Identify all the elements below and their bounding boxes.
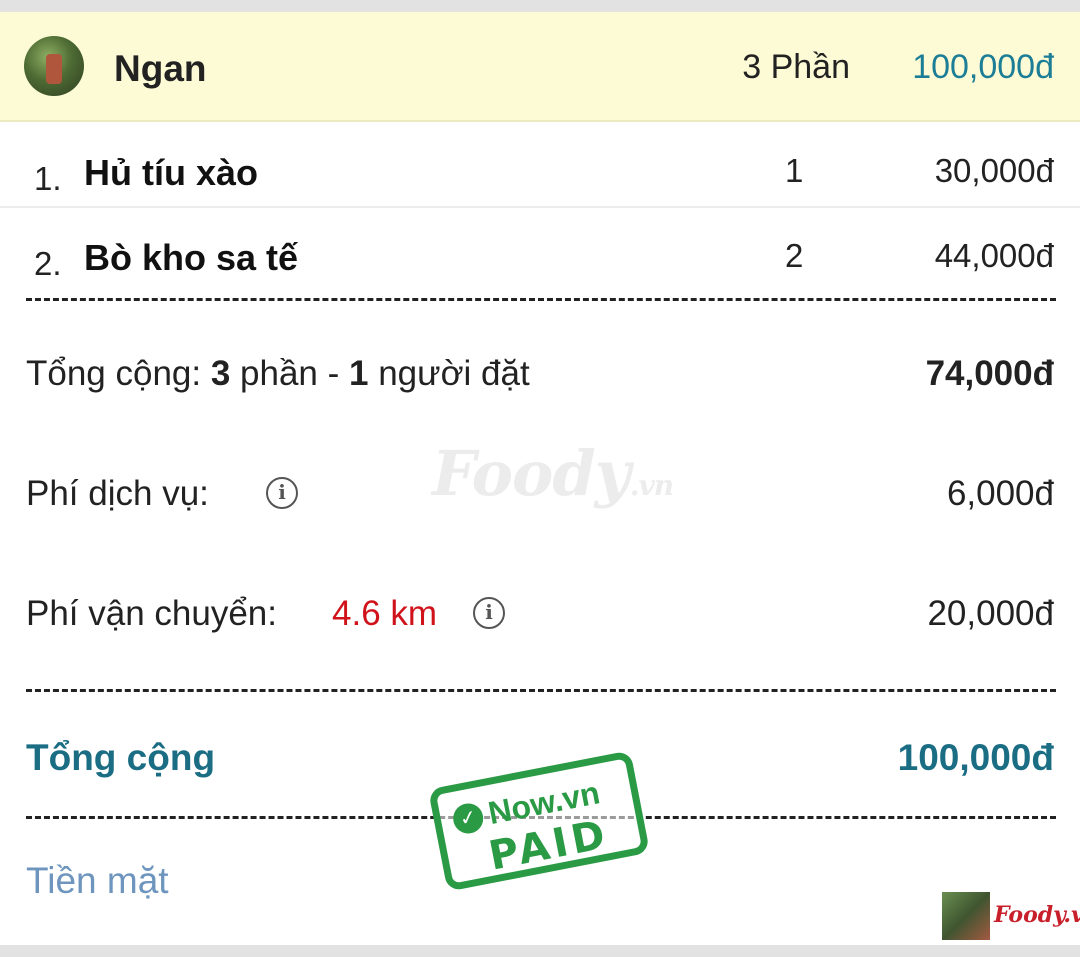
grand-total-value: 100,000đ (897, 737, 1054, 778)
grand-total-label: Tổng cộng (26, 737, 216, 778)
item-name: Hủ tíu xào (84, 152, 259, 193)
user-portions: 3 Phần (742, 48, 850, 86)
shipping-fee-info-icon[interactable]: i (473, 597, 505, 629)
subtotal-prefix: Tổng cộng: (26, 354, 211, 393)
subtotal-value: 74,000đ (925, 354, 1054, 393)
foody-corner-logo: Foody.vn (942, 892, 1080, 942)
order-item-row: 1. Hủ tíu xào 1 30,000đ (0, 122, 1080, 208)
item-quantity: 2 (785, 237, 804, 274)
payment-method: Tiền mặt (26, 860, 169, 901)
shipping-fee-label: Phí vận chuyển: (26, 594, 277, 633)
subtotal-people: 1 (349, 354, 369, 393)
service-fee-label: Phí dịch vụ: (26, 474, 209, 513)
subtotal-portions: 3 (210, 354, 231, 393)
user-avatar (24, 36, 84, 96)
item-name: Bò kho sa tế (84, 237, 299, 278)
subtotal-suffix: người đặt (368, 354, 530, 393)
dashed-divider (26, 298, 1056, 301)
paid-stamp: ✓ Now.vn PAID (427, 750, 651, 892)
corner-thumbnail (942, 892, 990, 940)
shipping-distance: 4.6 km (332, 594, 438, 633)
check-circle-icon: ✓ (450, 800, 486, 837)
user-name: Ngan (114, 48, 207, 89)
service-fee-info-icon[interactable]: i (266, 477, 298, 509)
user-summary-bar[interactable]: Ngan 3 Phần 100,000đ (0, 12, 1080, 122)
watermark-suffix: .vn (629, 469, 674, 502)
shipping-fee-value: 20,000đ (927, 594, 1054, 633)
order-card: Ngan 3 Phần 100,000đ 1. Hủ tíu xào 1 30,… (0, 12, 1080, 945)
foody-watermark: Foody.vn (432, 437, 674, 510)
user-total: 100,000đ (912, 48, 1054, 86)
watermark-main: Foody (432, 437, 631, 510)
item-price: 44,000đ (934, 237, 1054, 274)
subtotal-mid: phần - (230, 354, 350, 393)
order-item-row: 2. Bò kho sa tế 2 44,000đ (0, 207, 1080, 291)
item-index: 1. (34, 160, 62, 197)
corner-brand: Foody.vn (994, 902, 1080, 928)
item-price: 30,000đ (934, 152, 1054, 189)
dashed-divider (26, 689, 1056, 692)
service-fee-value: 6,000đ (946, 474, 1054, 513)
item-index: 2. (34, 245, 62, 282)
subtotal-label: Tổng cộng: 3 phần - 1 người đặt (26, 354, 530, 394)
item-quantity: 1 (785, 152, 804, 189)
